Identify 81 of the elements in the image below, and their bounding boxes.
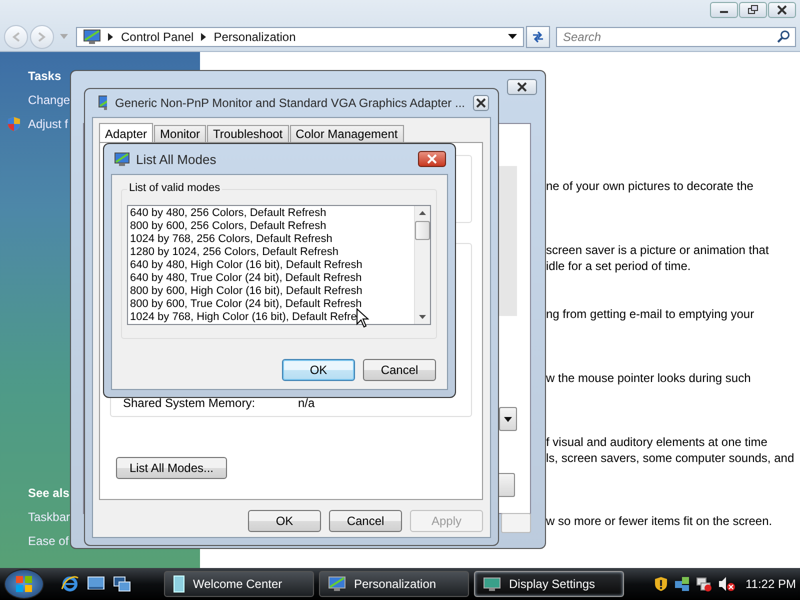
- scrollbar[interactable]: [414, 206, 430, 324]
- mode-item[interactable]: 800 by 600, High Color (16 bit), Default Refresh: [130, 285, 412, 298]
- mode-item[interactable]: 640 by 480, True Color (24 bit), Default Refresh: [130, 272, 412, 285]
- taskbar-button[interactable]: Personalization: [319, 571, 469, 597]
- window-title: List All Modes: [136, 152, 218, 166]
- window-switch-icon[interactable]: [113, 576, 131, 592]
- sidebar-link[interactable]: Change: [28, 93, 70, 107]
- description-text: ls, screen savers, some computer sounds, and: [546, 450, 796, 466]
- document-icon: [173, 575, 185, 593]
- minimize-button[interactable]: [710, 2, 738, 18]
- sidebar-heading: Tasks: [28, 69, 62, 83]
- taskbar-button[interactable]: Welcome Center: [164, 571, 314, 597]
- search-field[interactable]: Search: [556, 27, 796, 47]
- start-button[interactable]: [4, 569, 44, 599]
- scroll-thumb[interactable]: [415, 221, 430, 240]
- description-text: idle for a set period of time.: [546, 258, 692, 274]
- close-button[interactable]: [418, 151, 446, 167]
- dialog-button[interactable]: OK: [248, 510, 321, 532]
- mode-item[interactable]: 1024 by 768, 256 Colors, Default Refresh: [130, 233, 412, 246]
- dropdown-arrow-icon[interactable]: [504, 416, 512, 422]
- dropdown-button[interactable]: [499, 407, 517, 431]
- mode-item[interactable]: 800 by 600, 256 Colors, Default Refresh: [130, 220, 412, 233]
- dialog-button[interactable]: Cancel: [329, 510, 402, 532]
- mode-item[interactable]: 800 by 600, True Color (24 bit), Default Refresh: [130, 298, 412, 311]
- dialog-button[interactable]: Cancel: [363, 359, 436, 381]
- address-bar[interactable]: Control Panel Personalization: [76, 27, 524, 47]
- network-icon[interactable]: [674, 576, 690, 592]
- maximize-button[interactable]: [739, 2, 767, 18]
- volume-muted-icon[interactable]: [718, 576, 736, 592]
- mode-item[interactable]: 1024 by 768, High Color (16 bit), Default Refre: [130, 311, 412, 324]
- list-modes-button[interactable]: List All Modes...: [116, 457, 227, 479]
- scroll-down-icon[interactable]: [419, 315, 426, 319]
- tab[interactable]: Troubleshoot: [207, 125, 289, 142]
- sidebar-link[interactable]: Adjust f: [28, 117, 68, 131]
- browser-icon[interactable]: [61, 575, 79, 593]
- dialog-button[interactable]: OK: [282, 359, 355, 381]
- tab[interactable]: Color Management: [290, 125, 404, 142]
- description-text: ne of your own pictures to decorate the: [546, 178, 754, 194]
- tab[interactable]: Adapter: [99, 123, 154, 143]
- monitor-icon: [328, 576, 346, 592]
- monitor-icon: [114, 152, 130, 166]
- close-button[interactable]: [472, 95, 489, 111]
- description-text: screen saver is a picture or animation that: [546, 242, 770, 258]
- group-label: List of valid modes: [127, 182, 222, 194]
- monitor-icon: [483, 576, 501, 592]
- close-icon[interactable]: [776, 5, 788, 15]
- breadcrumb-arrow-icon: [108, 33, 114, 41]
- description-text: ng from getting e-mail to emptying your: [546, 306, 756, 322]
- mode-item[interactable]: 640 by 480, High Color (16 bit), Default Refresh: [130, 259, 412, 272]
- sidebar-heading: See als: [28, 486, 70, 500]
- desktop-icon[interactable]: [87, 576, 105, 592]
- description-text: w the mouse pointer looks during such: [546, 370, 752, 386]
- close-icon[interactable]: [474, 98, 487, 108]
- mode-item[interactable]: 640 by 480, 256 Colors, Default Refresh: [130, 207, 412, 220]
- clock[interactable]: 11:22 PM: [746, 577, 796, 591]
- shield-icon[interactable]: [654, 576, 668, 592]
- taskbar-button[interactable]: Display Settings: [474, 571, 624, 597]
- close-button[interactable]: [507, 79, 537, 95]
- scroll-up-icon[interactable]: [419, 211, 426, 215]
- window-title: Generic Non-PnP Monitor and Standard VGA Graphics Adapter ...: [115, 96, 465, 110]
- restore-icon[interactable]: [747, 5, 759, 15]
- network-error-icon[interactable]: [696, 576, 712, 592]
- monitor-icon: [83, 29, 101, 45]
- breadcrumb-arrow-icon: [200, 33, 207, 41]
- flag-icon: [15, 575, 33, 593]
- breadcrumb-item[interactable]: Control Panel: [121, 30, 194, 44]
- tab[interactable]: Monitor: [154, 125, 206, 142]
- dropdown-arrow-icon[interactable]: [508, 34, 517, 40]
- info-label: Shared System Memory:: [123, 396, 256, 410]
- info-value: n/a: [298, 396, 315, 410]
- description-text: w so more or fewer items fit on the screen.: [546, 513, 774, 529]
- mode-item[interactable]: 1280 by 1024, 256 Colors, Default Refresh: [130, 246, 412, 259]
- close-icon[interactable]: [516, 82, 528, 92]
- description-text: f visual and auditory elements at one time: [546, 434, 768, 450]
- refresh-icon[interactable]: [531, 30, 545, 44]
- close-button[interactable]: [768, 2, 796, 18]
- search-icon[interactable]: [777, 30, 790, 43]
- shield-icon: [7, 116, 21, 132]
- breadcrumb-item[interactable]: Personalization: [214, 30, 296, 44]
- refresh-button[interactable]: [526, 26, 550, 48]
- monitor-icon: [98, 95, 108, 111]
